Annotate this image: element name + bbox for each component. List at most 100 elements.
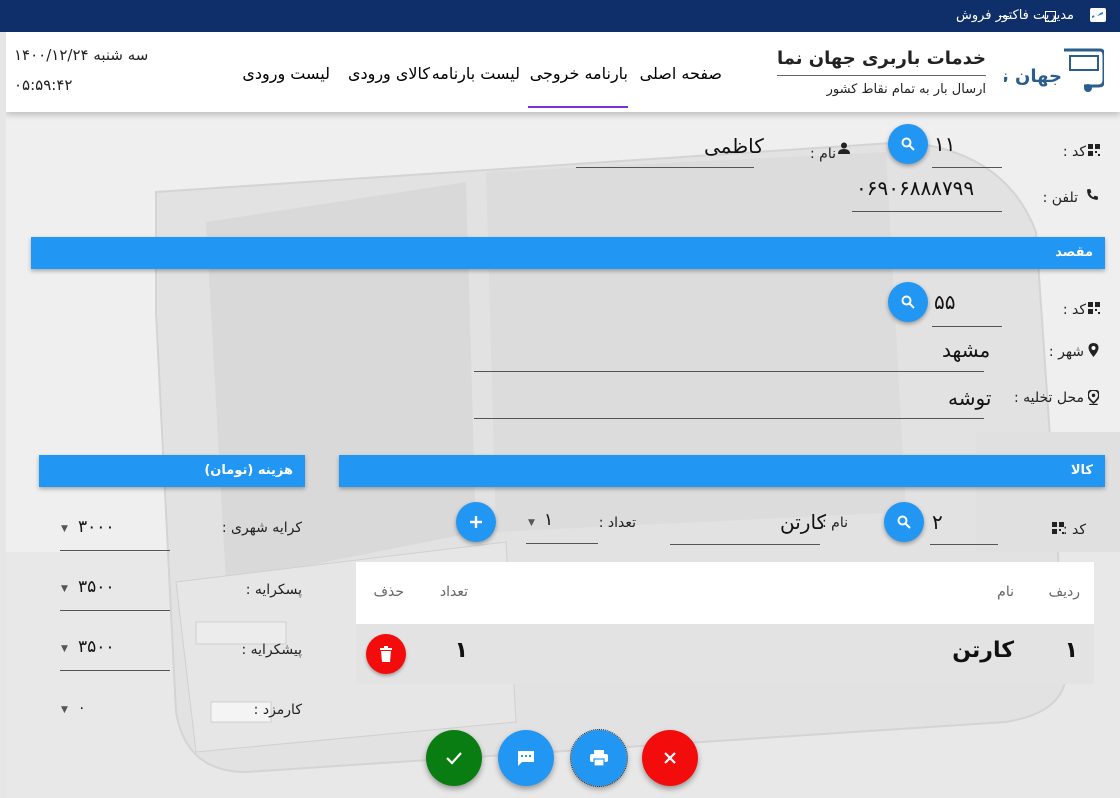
sender-name-input[interactable]: کاظمی (704, 134, 764, 158)
location-pin-icon (1088, 343, 1099, 357)
row-count-cell: ۱ (454, 638, 468, 663)
close-icon (664, 752, 676, 764)
row-name-cell: کارتن (952, 638, 1014, 663)
plus-icon (470, 516, 482, 528)
goods-name-input[interactable]: کارتن (780, 510, 826, 534)
goods-name-underline (670, 544, 820, 545)
search-icon (897, 515, 911, 529)
confirm-button[interactable] (426, 730, 482, 786)
chat-icon (518, 751, 534, 766)
company-logo: جهان نما (1004, 48, 1104, 92)
app-window: مدیریت فاکتور فروش ✕ ▲ ▼ جهان نما (0, 0, 1120, 798)
prepaid-fare-underline (60, 670, 170, 671)
app-header: جهان نما خدمات باربری جهان نما ارسال بار… (6, 32, 1120, 112)
city-fare-select[interactable]: ۳۰۰۰ (78, 517, 115, 537)
delete-row-button[interactable] (366, 634, 406, 674)
goods-code-input[interactable]: ۲ (932, 510, 943, 534)
svg-text:جهان نما: جهان نما (1004, 66, 1062, 87)
unload-place-input[interactable]: توشه (948, 386, 991, 410)
column-name-header: نام (997, 584, 1014, 600)
printer-icon (590, 750, 608, 767)
sender-code-label: کد : (1062, 144, 1086, 160)
cancel-button[interactable] (642, 730, 698, 786)
company-subtitle: ارسال بار به تمام نقاط کشور (826, 82, 986, 97)
unload-place-underline (474, 418, 984, 419)
prepaid-fare-label: پیشکرایه : (241, 642, 302, 658)
date-display: سه شنبه ۱۴۰۰/۱۲/۲۴ (14, 46, 149, 64)
prepaid-fare-select[interactable]: ۳۵۰۰ (78, 637, 115, 657)
post-fare-label: پسکرایه : (245, 582, 302, 598)
nav-home[interactable]: صفحه اصلی (640, 64, 722, 83)
table-header: ردیف نام تعداد حذف (356, 562, 1094, 624)
sender-name-label: نام : (810, 146, 836, 162)
city-fare-label: کرایه شهری : (221, 520, 302, 536)
maximize-button[interactable] (1027, 0, 1073, 32)
goods-code-underline (930, 544, 998, 545)
nav-incoming-goods[interactable]: کالای ورودی (348, 64, 430, 83)
trash-icon (380, 646, 392, 662)
nav-active-indicator (528, 106, 628, 108)
post-fare-select[interactable]: ۳۵۰۰ (78, 577, 115, 597)
qr-code-icon (1088, 302, 1100, 314)
column-count-header: تعداد (439, 584, 468, 600)
chevron-down-icon[interactable]: ▼ (61, 584, 68, 594)
destination-code-underline (932, 326, 1002, 327)
minimize-button[interactable] (981, 0, 1027, 32)
place-marker-icon (1088, 390, 1099, 405)
goods-search-button[interactable] (884, 502, 924, 542)
nav-waybill-list[interactable]: لیست بارنامه (432, 64, 520, 83)
nav-incoming-list[interactable]: لیست ورودی (242, 64, 330, 83)
close-window-button[interactable]: ✕ (1073, 0, 1119, 32)
chevron-down-icon[interactable]: ▼ (528, 518, 535, 528)
destination-city-underline (474, 371, 984, 372)
time-display: ۰۵:۵۹:۴۲ (14, 76, 73, 94)
destination-code-label: کد : (1062, 302, 1086, 318)
destination-code-input[interactable]: ۵۵ (934, 290, 955, 314)
goods-count-label: تعداد : (598, 515, 636, 531)
goods-table: ردیف نام تعداد حذف ۱ کارتن ۱ (356, 562, 1094, 684)
commission-select[interactable]: ۰ (78, 700, 86, 716)
main-content: جهان نما خدمات باربری جهان نما ارسال بار… (6, 32, 1120, 798)
search-icon (901, 137, 915, 151)
chevron-down-icon[interactable]: ▼ (61, 705, 68, 715)
city-fare-underline (60, 550, 170, 551)
column-row-header: ردیف (1048, 584, 1080, 600)
destination-city-label: شهر : (1048, 344, 1084, 360)
cost-section-header: هزینه (تومان) (39, 455, 305, 487)
unload-place-label: محل تخلیه : (1013, 390, 1084, 406)
column-delete-header: حذف (373, 584, 404, 600)
destination-city-input[interactable]: مشهد (942, 338, 990, 362)
sender-phone-input[interactable]: ۰۶۹۰۶۸۸۸۷۹۹ (856, 176, 974, 200)
qr-code-icon (1088, 144, 1100, 156)
goods-count-select[interactable]: ۱ (544, 510, 553, 530)
title-bar[interactable]: مدیریت فاکتور فروش ✕ (0, 0, 1120, 32)
search-icon (901, 295, 915, 309)
person-icon (838, 142, 850, 154)
add-goods-button[interactable] (456, 502, 496, 542)
maximize-icon (1044, 10, 1056, 22)
sender-phone-underline (852, 211, 1002, 212)
sender-search-button[interactable] (888, 124, 928, 164)
sender-phone-label: تلفن : (1042, 190, 1078, 206)
sender-code-underline (932, 167, 1002, 168)
nav-outgoing-waybill[interactable]: بارنامه خروجی (530, 64, 628, 83)
row-number-cell: ۱ (1064, 638, 1078, 663)
destination-search-button[interactable] (888, 282, 928, 322)
goods-section-header: کالا (339, 455, 1105, 487)
close-icon: ✕ (1089, 6, 1103, 26)
company-name: خدمات باربری جهان نما (776, 48, 986, 76)
post-fare-underline (60, 610, 170, 611)
goods-code-label: کد : (1062, 522, 1086, 538)
table-row[interactable]: ۱ کارتن ۱ (356, 624, 1094, 684)
message-button[interactable] (498, 730, 554, 786)
phone-icon (1087, 189, 1098, 200)
print-button[interactable] (570, 729, 628, 787)
sender-code-input[interactable]: ۱۱ (934, 132, 955, 156)
chevron-down-icon[interactable]: ▼ (61, 524, 68, 534)
check-icon (446, 752, 462, 765)
commission-label: کارمزد : (253, 702, 302, 718)
goods-count-underline (526, 543, 598, 544)
sender-name-underline (576, 167, 754, 168)
chevron-down-icon[interactable]: ▼ (61, 644, 68, 654)
minimize-icon (999, 15, 1009, 17)
